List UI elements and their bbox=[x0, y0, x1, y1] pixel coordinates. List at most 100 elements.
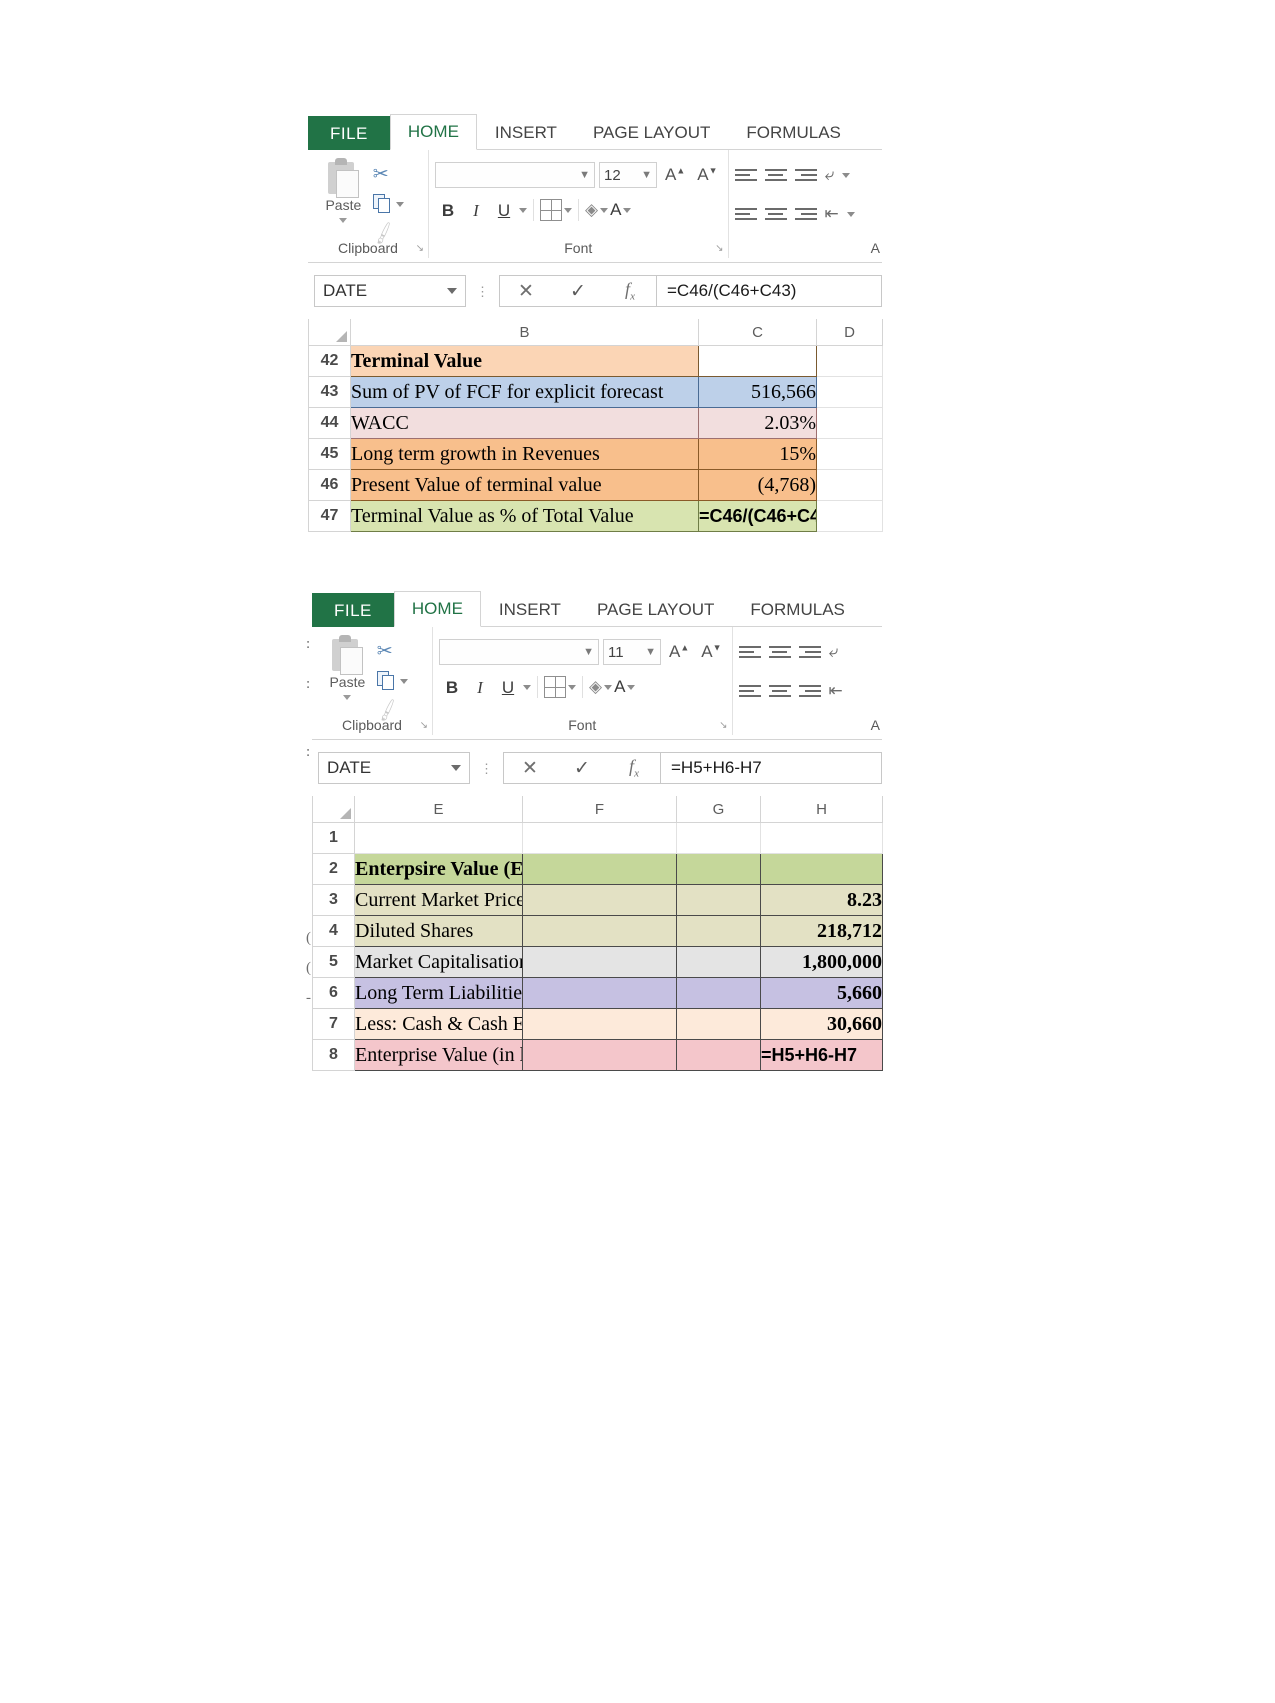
cell[interactable] bbox=[816, 376, 883, 408]
table-row[interactable]: 43 Sum of PV of FCF for explicit forecast… bbox=[308, 376, 883, 408]
cell[interactable] bbox=[522, 1039, 677, 1071]
cut-icon-1[interactable]: ✂ bbox=[373, 165, 389, 184]
cell[interactable] bbox=[522, 853, 677, 885]
chevron-down-icon[interactable] bbox=[395, 201, 404, 207]
chevron-down-icon[interactable] bbox=[447, 288, 457, 294]
tab-page-layout-2[interactable]: PAGE LAYOUT bbox=[579, 592, 732, 627]
table-row[interactable]: 4 Diluted Shares 218,712 bbox=[312, 915, 883, 947]
cell[interactable] bbox=[816, 469, 883, 501]
grow-font-button-2[interactable]: A▲ bbox=[665, 642, 693, 662]
align-right-icon-2[interactable] bbox=[798, 685, 821, 697]
align-center-icon-1[interactable] bbox=[764, 208, 787, 220]
align-top-icon-2[interactable] bbox=[738, 646, 761, 658]
cell[interactable]: Present Value of terminal value bbox=[350, 469, 699, 501]
wrap-text-icon-2[interactable]: ⤶ bbox=[829, 642, 839, 662]
chevron-down-icon[interactable] bbox=[600, 207, 609, 213]
cell[interactable]: Enterprise Value (in lacks) bbox=[354, 1039, 523, 1071]
cell[interactable]: 15% bbox=[698, 438, 817, 470]
row-header[interactable]: 43 bbox=[308, 376, 351, 408]
cell[interactable] bbox=[698, 345, 817, 377]
wrap-text-icon-1[interactable]: ⤶ bbox=[825, 165, 835, 185]
row-header[interactable]: 46 bbox=[308, 469, 351, 501]
table-row[interactable]: 6 Long Term Liabilities 5,660 bbox=[312, 977, 883, 1009]
cell[interactable] bbox=[676, 915, 761, 947]
font-dialog-launcher-2[interactable]: ↘ bbox=[719, 720, 727, 731]
chevron-down-icon[interactable] bbox=[623, 207, 632, 213]
column-header-F[interactable]: F bbox=[522, 796, 677, 823]
cell[interactable]: 516,566 bbox=[698, 376, 817, 408]
formula-bar-grip[interactable]: ⋮ bbox=[480, 762, 493, 775]
cell[interactable]: =H5+H6-H7 bbox=[760, 1039, 883, 1071]
chevron-down-icon[interactable] bbox=[451, 765, 461, 771]
row-header[interactable]: 1 bbox=[312, 822, 355, 854]
cell[interactable] bbox=[760, 853, 883, 885]
row-header[interactable]: 6 bbox=[312, 977, 355, 1009]
table-row[interactable]: 44 WACC 2.03% bbox=[308, 407, 883, 439]
row-header[interactable]: 45 bbox=[308, 438, 351, 470]
align-right-icon-1[interactable] bbox=[794, 208, 817, 220]
table-row[interactable]: 2Enterpsire Value (EV) bbox=[312, 853, 883, 885]
select-all-corner-2[interactable] bbox=[312, 796, 355, 823]
row-header[interactable]: 3 bbox=[312, 884, 355, 916]
row-header[interactable]: 44 bbox=[308, 407, 351, 439]
underline-button-1[interactable]: U bbox=[491, 202, 517, 219]
borders-icon-2[interactable] bbox=[544, 676, 566, 698]
cell[interactable]: =C46/(C46+C43) bbox=[698, 500, 817, 532]
shrink-font-button-2[interactable]: A▼ bbox=[697, 642, 725, 662]
align-middle-icon-1[interactable] bbox=[764, 169, 787, 181]
align-bottom-icon-1[interactable] bbox=[794, 169, 817, 181]
chevron-down-icon[interactable] bbox=[399, 678, 408, 684]
tab-file-1[interactable]: FILE bbox=[308, 116, 390, 150]
align-center-icon-2[interactable] bbox=[768, 685, 791, 697]
cell[interactable] bbox=[522, 884, 677, 916]
tab-file-2[interactable]: FILE bbox=[312, 593, 394, 627]
copy-icon-1[interactable] bbox=[372, 194, 391, 214]
tab-page-layout-1[interactable]: PAGE LAYOUT bbox=[575, 115, 728, 150]
table-row[interactable]: 47 Terminal Value as % of Total Value =C46… bbox=[308, 500, 883, 532]
cell[interactable] bbox=[676, 1039, 761, 1071]
column-header-H[interactable]: H bbox=[760, 796, 883, 823]
cell[interactable]: 5,660 bbox=[760, 977, 883, 1009]
formula-input-1[interactable]: =C46/(C46+C43) bbox=[657, 275, 882, 307]
name-box-2[interactable]: DATE bbox=[318, 752, 470, 784]
table-row[interactable]: 1 bbox=[312, 822, 883, 854]
cell[interactable] bbox=[522, 946, 677, 978]
cell[interactable] bbox=[676, 977, 761, 1009]
font-dialog-launcher-1[interactable]: ↘ bbox=[715, 243, 723, 254]
cell[interactable]: Long term growth in Revenues bbox=[350, 438, 699, 470]
font-color-icon-2[interactable]: A bbox=[614, 677, 625, 697]
table-row[interactable]: 46 Present Value of terminal value (4,768) bbox=[308, 469, 883, 501]
italic-button-1[interactable]: I bbox=[463, 202, 489, 219]
row-header[interactable]: 2 bbox=[312, 853, 355, 885]
clipboard-dialog-launcher-1[interactable]: ↘ bbox=[416, 243, 424, 254]
font-color-icon-1[interactable]: A bbox=[610, 200, 621, 220]
spreadsheet-grid-2[interactable]: E F G H 12Enterpsire Value (EV)3Current … bbox=[312, 796, 883, 1071]
tab-home-1[interactable]: HOME bbox=[389, 114, 477, 150]
row-header[interactable]: 7 bbox=[312, 1008, 355, 1040]
chevron-down-icon[interactable]: ▼ bbox=[641, 169, 652, 181]
cell[interactable] bbox=[522, 977, 677, 1009]
cut-icon-2[interactable]: ✂ bbox=[377, 642, 393, 661]
table-row[interactable]: 45 Long term growth in Revenues 15% bbox=[308, 438, 883, 470]
cell[interactable] bbox=[816, 407, 883, 439]
cell[interactable]: Diluted Shares bbox=[354, 915, 523, 947]
tab-insert-1[interactable]: INSERT bbox=[477, 115, 575, 150]
cell[interactable] bbox=[522, 1008, 677, 1040]
insert-function-icon-1[interactable]: fx bbox=[604, 279, 656, 303]
cell[interactable]: Terminal Value as % of Total Value bbox=[350, 500, 699, 532]
cell[interactable]: Long Term Liabilities bbox=[354, 977, 523, 1009]
align-middle-icon-2[interactable] bbox=[768, 646, 791, 658]
cell[interactable]: 8.23 bbox=[760, 884, 883, 916]
cancel-formula-button-1[interactable]: ✕ bbox=[500, 280, 552, 303]
cell[interactable]: Enterpsire Value (EV) bbox=[354, 853, 523, 885]
copy-icon-2[interactable] bbox=[376, 671, 395, 691]
align-bottom-icon-2[interactable] bbox=[798, 646, 821, 658]
chevron-down-icon[interactable] bbox=[339, 218, 348, 223]
cell[interactable] bbox=[816, 345, 883, 377]
table-row[interactable]: 5 Market Capitalisation 1,800,000 bbox=[312, 946, 883, 978]
cell[interactable]: 30,660 bbox=[760, 1008, 883, 1040]
formula-input-2[interactable]: =H5+H6-H7 bbox=[661, 752, 882, 784]
chevron-down-icon[interactable]: ▼ bbox=[583, 646, 594, 658]
cancel-formula-button-2[interactable]: ✕ bbox=[504, 757, 556, 780]
cell[interactable]: WACC bbox=[350, 407, 699, 439]
